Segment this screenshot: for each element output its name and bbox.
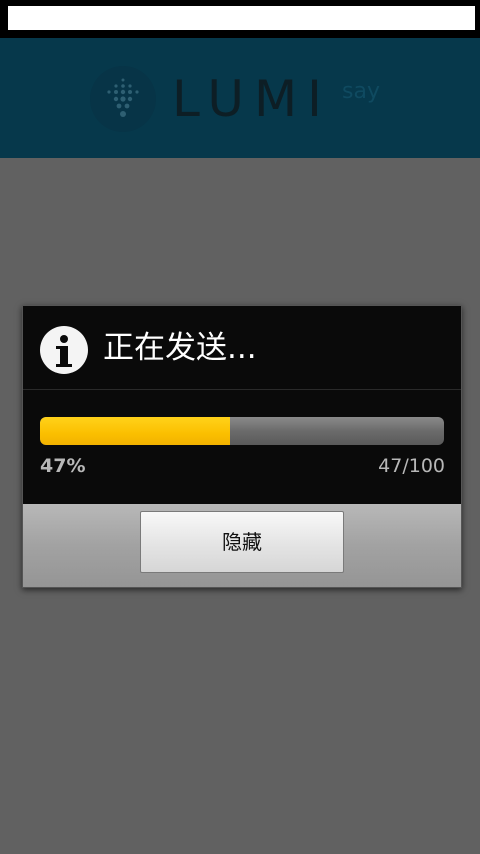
status-bar-area	[8, 6, 475, 30]
hide-button[interactable]: 隐藏	[140, 511, 344, 573]
dialog-divider	[23, 389, 461, 390]
logo-suffix: say	[342, 79, 380, 104]
sending-dialog: 正在发送... 47% 47/100 隐藏	[22, 305, 462, 588]
logo-icon	[90, 66, 156, 132]
progress-count: 47/100	[378, 455, 445, 477]
progress-bar-fill	[40, 417, 230, 445]
status-bar	[0, 0, 480, 38]
logo-text: LUMI	[172, 70, 332, 128]
progress-percent: 47%	[40, 455, 86, 477]
dialog-button-bar: 隐藏	[23, 504, 461, 587]
dialog-header: 正在发送...	[23, 306, 461, 389]
dialog-title: 正在发送...	[103, 330, 257, 366]
progress-bar	[40, 417, 444, 445]
app-header: LUMI say	[0, 38, 480, 158]
logo-dots-icon	[107, 78, 139, 117]
info-icon	[40, 326, 88, 374]
